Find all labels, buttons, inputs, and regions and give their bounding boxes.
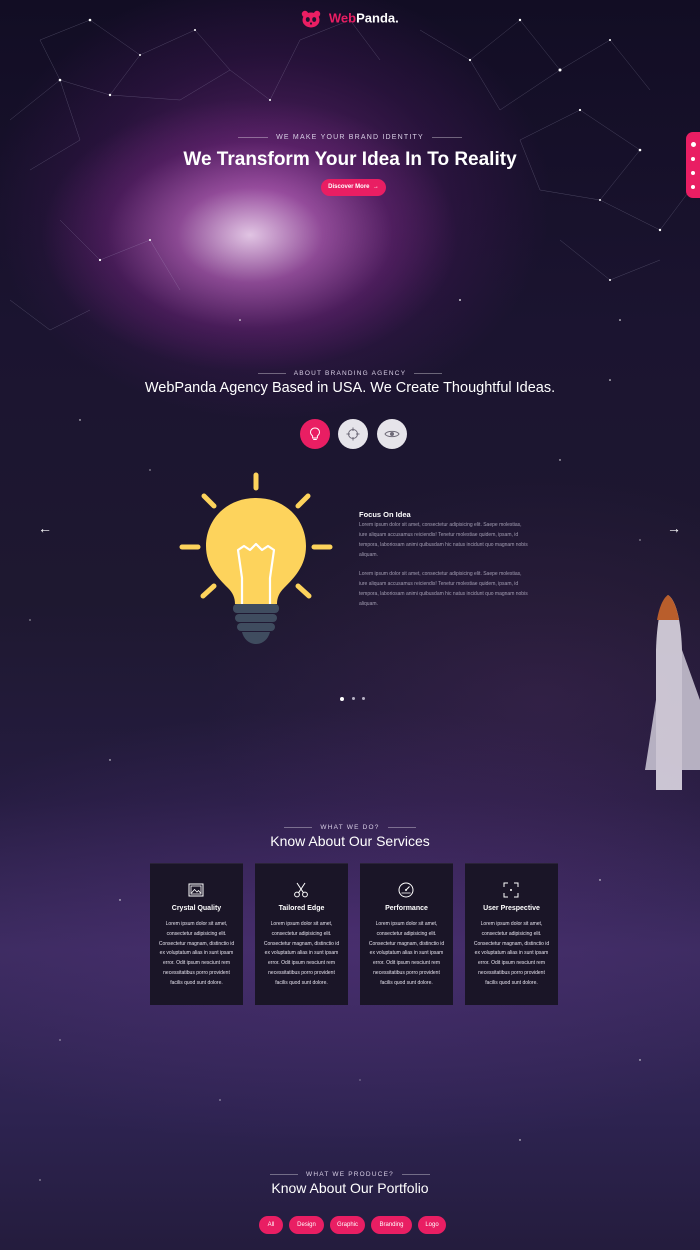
service-card-body: Lorem ipsum dolor sit amet, consectetur … <box>153 920 240 989</box>
services-title: Know About Our Services <box>270 833 430 849</box>
service-card-line: ex voluptatum alias in sunt ipsam <box>369 950 444 957</box>
slide-p1-line: tempora, laboriosam animi quibusdam hic … <box>359 542 528 548</box>
service-card-line: Consectetur magnam, distinctio id <box>263 940 340 947</box>
slide-title: Focus On Idea <box>359 510 411 519</box>
tab-lightbulb[interactable] <box>300 419 330 449</box>
slide-p2-line: iure aliquam accusamus reiciendis! Tenet… <box>359 581 519 587</box>
service-card-title: User Prespective <box>483 905 540 912</box>
service-card-line: Consectetur magnam, distinctio id <box>158 940 235 947</box>
scissors-icon <box>294 882 308 898</box>
filter-graphic[interactable]: Graphic <box>330 1216 365 1234</box>
filter-design[interactable]: Design <box>289 1216 324 1234</box>
service-card-line: necessitatibus porro provident <box>268 969 335 976</box>
service-card-line: Lorem ipsum dolor sit amet, <box>375 921 438 927</box>
service-card-line: error. Odit ipsum nesciunt rem <box>478 960 545 967</box>
service-card-line: consectetur adipisicing elit. <box>166 930 227 937</box>
service-card-line: ex voluptatum alias in sunt ipsam <box>159 950 234 957</box>
section-nav-dot[interactable] <box>691 171 695 175</box>
service-card[interactable]: Performance Lorem ipsum dolor sit amet, … <box>360 863 453 1005</box>
slider-next-arrow[interactable]: → <box>667 520 681 536</box>
hero-title: We Transform Your Idea In To Reality <box>183 149 517 170</box>
image-icon <box>188 883 204 897</box>
slide-p2-line: tempora, laboriosam animi quibusdam hic … <box>359 591 528 597</box>
eye-icon <box>384 430 400 438</box>
tab-eye[interactable] <box>377 419 407 449</box>
section-nav-dot[interactable] <box>691 185 695 189</box>
filter-all[interactable]: All <box>259 1216 283 1234</box>
arrow-right-icon: → <box>371 184 379 190</box>
service-card-line: error. Odit ipsum nesciunt rem <box>268 960 335 967</box>
brand-name-part2: Panda. <box>356 10 399 26</box>
filter-logo[interactable]: Logo <box>418 1216 446 1234</box>
service-card-title: Performance <box>385 905 428 912</box>
portfolio-eyebrow: WHAT WE PRODUCE? <box>0 1171 700 1178</box>
service-card-line: necessitatibus porro provident <box>163 969 230 976</box>
hero-eyebrow-text: WE MAKE YOUR BRAND IDENTITY <box>276 134 424 141</box>
slide-p2-line: aliquam. <box>359 601 378 607</box>
service-card-line: ex voluptatum alias in sunt ipsam <box>474 950 549 957</box>
pagination-dot[interactable] <box>362 697 365 700</box>
discover-more-button[interactable]: Discover More → <box>321 179 386 196</box>
portfolio-eyebrow-text: WHAT WE PRODUCE? <box>306 1171 394 1178</box>
brand-logo[interactable]: WebPanda. <box>0 10 700 28</box>
service-card-line: Lorem ipsum dolor sit amet, <box>270 921 333 927</box>
service-card-body: Lorem ipsum dolor sit amet, consectetur … <box>468 920 555 989</box>
service-card-line: consectetur adipisicing elit. <box>376 930 437 937</box>
service-card-line: Lorem ipsum dolor sit amet, <box>165 921 228 927</box>
service-card[interactable]: User Prespective Lorem ipsum dolor sit a… <box>465 863 558 1005</box>
service-card-line: consectetur adipisicing elit. <box>271 930 332 937</box>
crosshair-icon <box>346 427 360 441</box>
arrow-right-icon: → <box>667 520 681 536</box>
slide-p1-line: Lorem ipsum dolor sit amet, consectetur … <box>359 522 522 528</box>
slide-paragraph-1: Lorem ipsum dolor sit amet, consectetur … <box>359 520 544 560</box>
service-card-body: Lorem ipsum dolor sit amet, consectetur … <box>258 920 345 989</box>
service-card-line: necessitatibus porro provident <box>373 969 440 976</box>
service-card-title: Tailored Edge <box>278 905 325 912</box>
slide-p1-line: iure aliquam accusamus reiciendis! Tenet… <box>359 532 519 538</box>
service-card-line: facilis quod sunt dolore. <box>380 979 433 986</box>
service-card[interactable]: Tailored Edge Lorem ipsum dolor sit amet… <box>255 863 348 1005</box>
services-eyebrow: WHAT WE DO? <box>0 824 700 831</box>
filter-branding[interactable]: Branding <box>371 1216 412 1234</box>
brand-name-part1: Web <box>328 10 357 26</box>
slide-p2-line: Lorem ipsum dolor sit amet, consectetur … <box>359 571 522 577</box>
service-card-line: error. Odit ipsum nesciunt rem <box>163 960 230 967</box>
portfolio-title: Know About Our Portfolio <box>271 1180 429 1196</box>
slider-prev-arrow[interactable]: ← <box>38 520 52 536</box>
service-card-line: Consectetur magnam, distinctio id <box>368 940 445 947</box>
panda-icon <box>302 10 321 28</box>
service-card-title: Crystal Quality <box>171 905 222 912</box>
service-card-line: facilis quod sunt dolore. <box>485 979 538 986</box>
service-card-line: Lorem ipsum dolor sit amet, <box>480 921 543 927</box>
about-eyebrow: ABOUT BRANDING AGENCY <box>0 370 700 377</box>
tab-crosshair[interactable] <box>338 419 368 449</box>
discover-more-label: Discover More <box>328 184 370 190</box>
service-card-line: necessitatibus porro provident <box>478 969 545 976</box>
slide-paragraph-2: Lorem ipsum dolor sit amet, consectetur … <box>359 569 544 609</box>
service-card-line: ex voluptatum alias in sunt ipsam <box>264 950 339 957</box>
gauge-icon <box>398 882 414 898</box>
about-eyebrow-text: ABOUT BRANDING AGENCY <box>293 370 407 377</box>
service-card-line: Consectetur magnam, distinctio id <box>473 940 550 947</box>
service-card-line: facilis quod sunt dolore. <box>275 979 328 986</box>
services-eyebrow-text: WHAT WE DO? <box>320 824 380 831</box>
service-card-line: consectetur adipisicing elit. <box>481 930 542 937</box>
focus-frame-icon <box>503 882 519 898</box>
pagination-dot[interactable] <box>352 697 355 700</box>
arrow-left-icon: ← <box>38 520 52 536</box>
about-title: WebPanda Agency Based in USA. We Create … <box>144 380 556 396</box>
hero-eyebrow: WE MAKE YOUR BRAND IDENTITY <box>0 134 700 141</box>
service-card-line: error. Odit ipsum nesciunt rem <box>373 960 440 967</box>
slide-p1-line: aliquam. <box>359 552 378 558</box>
service-card-line: facilis quod sunt dolore. <box>170 979 223 986</box>
pagination-dot[interactable] <box>340 696 344 701</box>
section-nav-dot[interactable] <box>690 142 696 147</box>
lightbulb-illustration <box>179 472 333 644</box>
service-card-body: Lorem ipsum dolor sit amet, consectetur … <box>363 920 450 989</box>
lightbulb-icon <box>309 427 321 440</box>
service-card[interactable]: Crystal Quality Lorem ipsum dolor sit am… <box>150 863 243 1005</box>
